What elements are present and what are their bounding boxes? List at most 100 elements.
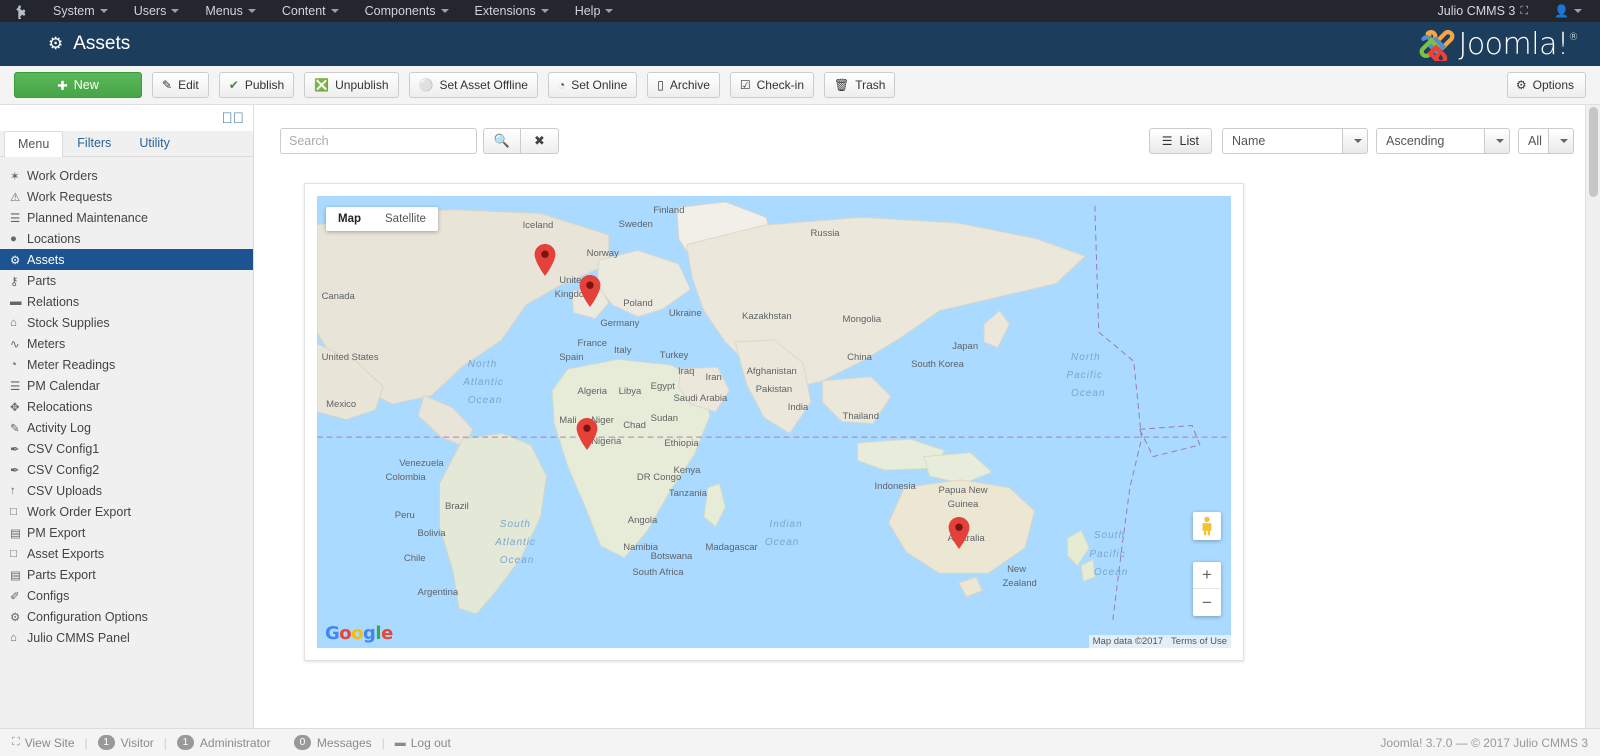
edit-button[interactable]: ✎ Edit bbox=[152, 72, 209, 98]
map-type-map-button[interactable]: Map bbox=[326, 207, 373, 231]
sidebar-item-label: Relocations bbox=[27, 399, 93, 414]
sidebar-item-csv-config2[interactable]: ✒ CSV Config2 bbox=[0, 459, 253, 480]
limit-select[interactable]: All bbox=[1518, 128, 1574, 154]
sidebar: ◀⃝ Menu Filters Utility ✶ Work Orders ⚠ Wo… bbox=[0, 105, 254, 728]
visitor-count-item[interactable]: 1 Visitor bbox=[97, 735, 154, 750]
sidebar-item-parts-export[interactable]: ▤ Parts Export bbox=[0, 564, 253, 585]
search-button[interactable]: 🔍 bbox=[483, 128, 521, 154]
sidebar-item-configuration-options[interactable]: ⚙ Configuration Options bbox=[0, 606, 253, 627]
sort-field-value[interactable]: Name bbox=[1222, 128, 1342, 154]
admin-menu-item-system[interactable]: System bbox=[40, 0, 121, 22]
administrator-count-item[interactable]: 1 Administrator bbox=[176, 735, 271, 750]
sidebar-item-julio-cmms-panel[interactable]: ⌂ Julio CMMS Panel bbox=[0, 627, 253, 648]
unpublish-button[interactable]: ❎ Unpublish bbox=[304, 72, 399, 98]
marker-uk-north[interactable] bbox=[534, 244, 556, 277]
chevron-down-icon bbox=[330, 9, 339, 13]
tab-utility[interactable]: Utility bbox=[125, 130, 184, 156]
joomla-logo-icon[interactable] bbox=[0, 4, 40, 19]
divider: | bbox=[381, 735, 385, 750]
publish-button[interactable]: ✔ Publish bbox=[218, 72, 295, 98]
chevron-down-icon[interactable] bbox=[1342, 128, 1368, 154]
caret-shape bbox=[1495, 139, 1504, 143]
warning-triangle-icon: ⚠ bbox=[10, 191, 21, 204]
list-view-button[interactable]: ☰ List bbox=[1148, 128, 1212, 154]
sort-direction-select[interactable]: Ascending bbox=[1376, 128, 1510, 154]
admin-menu-item-content[interactable]: Content bbox=[269, 0, 352, 22]
archive-button[interactable]: ▯ Archive bbox=[647, 72, 720, 98]
arrow-circle-left-icon[interactable]: ◀⃝ bbox=[222, 111, 245, 126]
map-type-control: Map Satellite bbox=[326, 207, 438, 231]
sidebar-item-pm-calendar[interactable]: ☰ PM Calendar bbox=[0, 375, 253, 396]
sidebar-item-pm-export[interactable]: ▤ PM Export bbox=[0, 522, 253, 543]
zoom-out-button[interactable]: − bbox=[1193, 589, 1221, 616]
sidebar-item-meter-readings[interactable]: ◔ Meter Readings bbox=[0, 354, 253, 375]
sidebar-item-planned-maintenance[interactable]: ☰ Planned Maintenance bbox=[0, 207, 253, 228]
messages-badge: 0 bbox=[293, 735, 311, 750]
admin-menu-item-users[interactable]: Users bbox=[121, 0, 193, 22]
external-link-icon[interactable]: ⛶ bbox=[1520, 5, 1528, 18]
sidebar-item-relocations[interactable]: ✥ Relocations bbox=[0, 396, 253, 417]
footer-version: Joomla! 3.7.0 — © 2017 Julio CMMS 3 bbox=[1380, 735, 1588, 750]
limit-value[interactable]: All bbox=[1518, 128, 1548, 154]
messages-item[interactable]: 0 Messages bbox=[293, 735, 372, 750]
sidebar-item-meters[interactable]: ∿ Meters bbox=[0, 333, 253, 354]
google-map[interactable]: Iceland Finland Sweden Norway Russia United Ki… bbox=[317, 196, 1231, 648]
set-asset-offline-button[interactable]: ⚪ Set Asset Offline bbox=[408, 72, 538, 98]
map-type-satellite-button[interactable]: Satellite bbox=[373, 207, 438, 231]
trash-button[interactable]: 🗑 Trash bbox=[824, 72, 896, 98]
sidebar-item-csv-config1[interactable]: ✒ CSV Config1 bbox=[0, 438, 253, 459]
sidebar-item-stock-supplies[interactable]: ⌂ Stock Supplies bbox=[0, 312, 253, 333]
page-scrollbar[interactable] bbox=[1585, 105, 1600, 728]
marker-australia[interactable] bbox=[948, 517, 970, 550]
move-arrows-icon: ✥ bbox=[10, 401, 20, 414]
sidebar-item-activity-log[interactable]: ✎ Activity Log bbox=[0, 417, 253, 438]
admin-menu-label: Users bbox=[133, 4, 167, 18]
clear-search-button[interactable]: ✖ bbox=[521, 128, 559, 154]
tab-filters[interactable]: Filters bbox=[63, 130, 125, 156]
street-view-pegman-icon[interactable] bbox=[1193, 512, 1221, 540]
sidebar-item-configs[interactable]: ✐ Configs bbox=[0, 585, 253, 606]
admin-menu-item-menus[interactable]: Menus bbox=[192, 0, 269, 22]
sidebar-item-label: PM Calendar bbox=[27, 378, 100, 393]
user-menu[interactable]: 👤 bbox=[1554, 4, 1590, 18]
zoom-in-button[interactable]: + bbox=[1193, 562, 1221, 589]
set-online-button[interactable]: ◔ Set Online bbox=[547, 72, 638, 98]
sidebar-item-csv-uploads[interactable]: ↑ CSV Uploads bbox=[0, 480, 253, 501]
sort-direction-value[interactable]: Ascending bbox=[1376, 128, 1484, 154]
admin-menu-item-components[interactable]: Components bbox=[352, 0, 462, 22]
sort-field-select[interactable]: Name bbox=[1222, 128, 1368, 154]
sidebar-item-work-order-export[interactable]: □ Work Order Export bbox=[0, 501, 253, 522]
logout-label: Log out bbox=[410, 735, 451, 750]
marker-west-africa[interactable] bbox=[576, 417, 598, 450]
edit-button-group: ✎ Edit bbox=[152, 72, 209, 98]
options-button[interactable]: ⚙ Options bbox=[1506, 72, 1586, 98]
sidebar-item-locations[interactable]: ● Locations bbox=[0, 228, 253, 249]
terms-of-use-link[interactable]: Terms of Use bbox=[1171, 636, 1227, 647]
pencil-icon: ✒ bbox=[10, 443, 20, 456]
briefcase-icon: ▬ bbox=[10, 295, 22, 308]
new-button-group: ✚ New bbox=[14, 72, 142, 98]
sidebar-collapse-bar: ◀⃝ bbox=[0, 105, 253, 131]
chevron-down-icon[interactable] bbox=[1484, 128, 1510, 154]
view-site-link[interactable]: ⛶ View Site bbox=[12, 736, 75, 750]
sidebar-item-work-requests[interactable]: ⚠ Work Requests bbox=[0, 186, 253, 207]
search-input[interactable] bbox=[280, 128, 477, 154]
scrollbar-thumb[interactable] bbox=[1589, 107, 1598, 197]
sidebar-item-work-orders[interactable]: ✶ Work Orders bbox=[0, 165, 253, 186]
checkin-button-label: Check-in bbox=[756, 78, 804, 92]
admin-menu-item-help[interactable]: Help bbox=[562, 0, 627, 22]
tab-menu[interactable]: Menu bbox=[4, 131, 64, 157]
admin-menu-item-extensions[interactable]: Extensions bbox=[462, 0, 562, 22]
sidebar-item-assets[interactable]: ⚙ Assets bbox=[0, 249, 253, 270]
chevron-down-icon[interactable] bbox=[1548, 128, 1574, 154]
marker-uk-south[interactable] bbox=[579, 274, 601, 307]
logout-link[interactable]: ▬ Log out bbox=[395, 736, 451, 750]
file-icon: □ bbox=[10, 547, 17, 560]
new-button[interactable]: ✚ New bbox=[14, 72, 142, 98]
admin-menu-label: Help bbox=[574, 4, 601, 18]
site-name-label[interactable]: Julio CMMS 3 bbox=[1438, 4, 1516, 18]
sidebar-item-asset-exports[interactable]: □ Asset Exports bbox=[0, 543, 253, 564]
check-in-button[interactable]: ☑ Check-in bbox=[729, 72, 814, 98]
sidebar-item-parts[interactable]: ⚷ Parts bbox=[0, 270, 253, 291]
sidebar-item-relations[interactable]: ▬ Relations bbox=[0, 291, 253, 312]
